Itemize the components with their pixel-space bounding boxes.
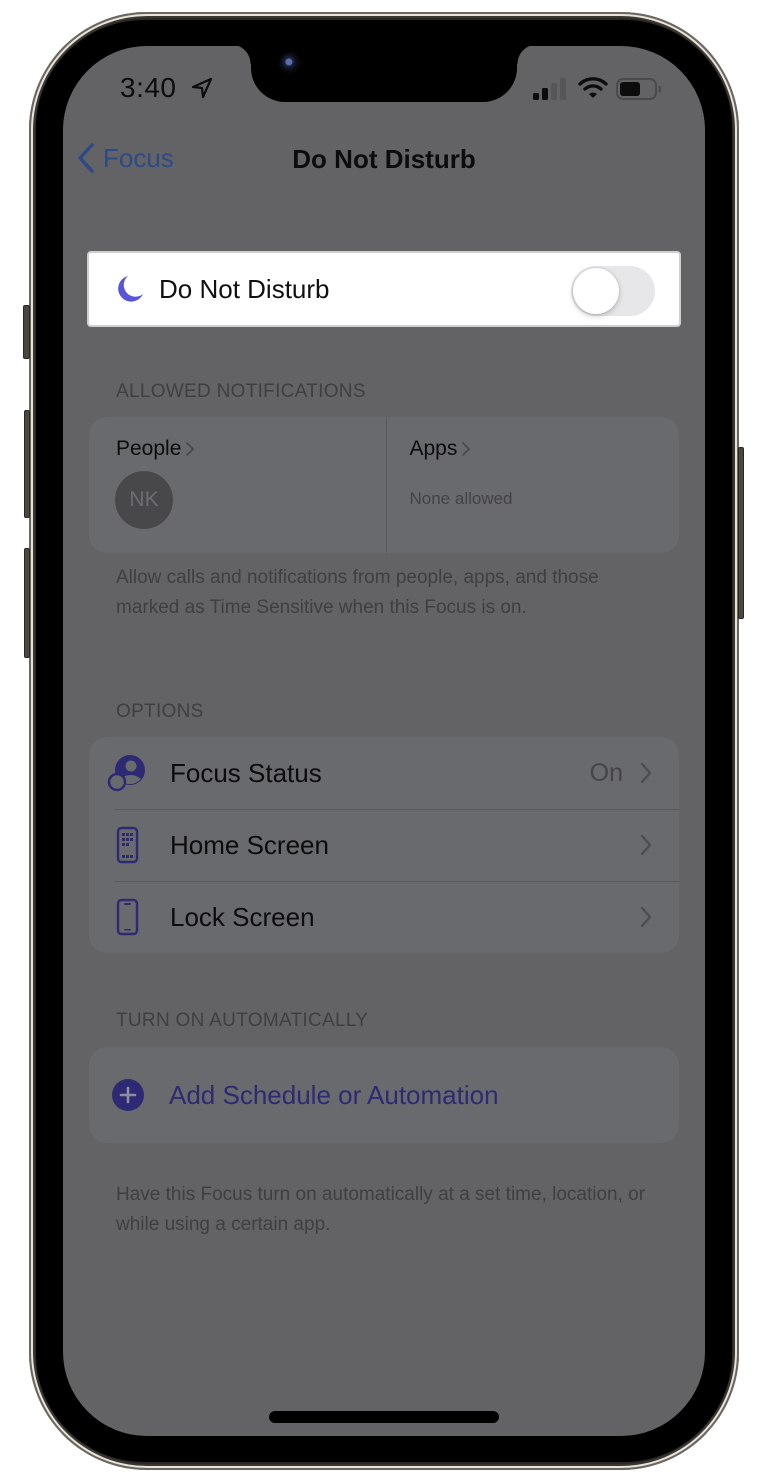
allowed-notifications-card: People NK Apps None allowed	[89, 417, 679, 553]
home-screen-icon	[116, 826, 139, 864]
add-schedule-button[interactable]: Add Schedule or Automation	[89, 1047, 679, 1143]
focus-status-label: Focus Status	[170, 757, 322, 788]
options-header: OPTIONS	[116, 701, 204, 722]
focus-status-icon	[107, 755, 145, 792]
chevron-right-icon	[462, 442, 471, 456]
focus-status-value: On	[589, 758, 623, 787]
lock-screen-label: Lock Screen	[170, 901, 315, 932]
page-title: Do Not Disturb	[292, 144, 476, 174]
home-screen-row[interactable]: Home Screen	[89, 809, 679, 881]
people-button[interactable]: People NK	[89, 417, 386, 553]
focus-toggle-row: Do Not Disturb	[87, 251, 681, 327]
chevron-right-icon	[640, 762, 652, 784]
apps-label: Apps	[409, 437, 458, 460]
volume-down-button	[24, 548, 30, 658]
home-screen-label: Home Screen	[170, 829, 329, 860]
allowed-notifications-footer: Allow calls and notifications from peopl…	[116, 567, 599, 618]
chevron-right-icon	[640, 906, 652, 928]
location-arrow-icon	[191, 77, 213, 99]
power-button	[738, 447, 744, 619]
lock-screen-row[interactable]: Lock Screen	[89, 881, 679, 953]
options-card: Focus Status On Home Screen Lock Screen	[89, 737, 679, 953]
focus-toggle-switch[interactable]	[571, 266, 655, 316]
toggle-knob	[573, 268, 619, 314]
front-camera	[279, 52, 301, 74]
allowed-notifications-header: ALLOWED NOTIFICATIONS	[116, 381, 366, 402]
turn-on-automatically-header: TURN ON AUTOMATICALLY	[116, 1010, 369, 1031]
home-indicator[interactable]	[269, 1411, 499, 1423]
wifi-icon	[578, 77, 608, 98]
lock-screen-icon	[116, 898, 139, 936]
plus-circle-icon	[112, 1079, 144, 1111]
apps-button[interactable]: Apps None allowed	[385, 417, 680, 553]
status-time: 3:40	[120, 72, 177, 103]
add-schedule-label: Add Schedule or Automation	[169, 1079, 499, 1110]
screen: 3:40 Focus Do Not Disturb Do Not Disturb	[63, 46, 705, 1436]
focus-toggle-label: Do Not Disturb	[159, 273, 330, 304]
action-button	[23, 305, 30, 359]
battery-icon	[616, 78, 661, 100]
volume-up-button	[24, 410, 30, 518]
chevron-right-icon	[640, 834, 652, 856]
cellular-signal-icon	[533, 78, 566, 100]
notch	[231, 46, 537, 102]
moon-icon	[118, 276, 143, 302]
chevron-right-icon	[186, 442, 195, 456]
people-label: People	[116, 437, 182, 460]
avatar[interactable]: NK	[115, 471, 173, 529]
focus-status-row[interactable]: Focus Status On	[89, 737, 679, 809]
automation-footer: Have this Focus turn on automatically at…	[116, 1184, 646, 1235]
apps-value: None allowed	[409, 489, 513, 508]
